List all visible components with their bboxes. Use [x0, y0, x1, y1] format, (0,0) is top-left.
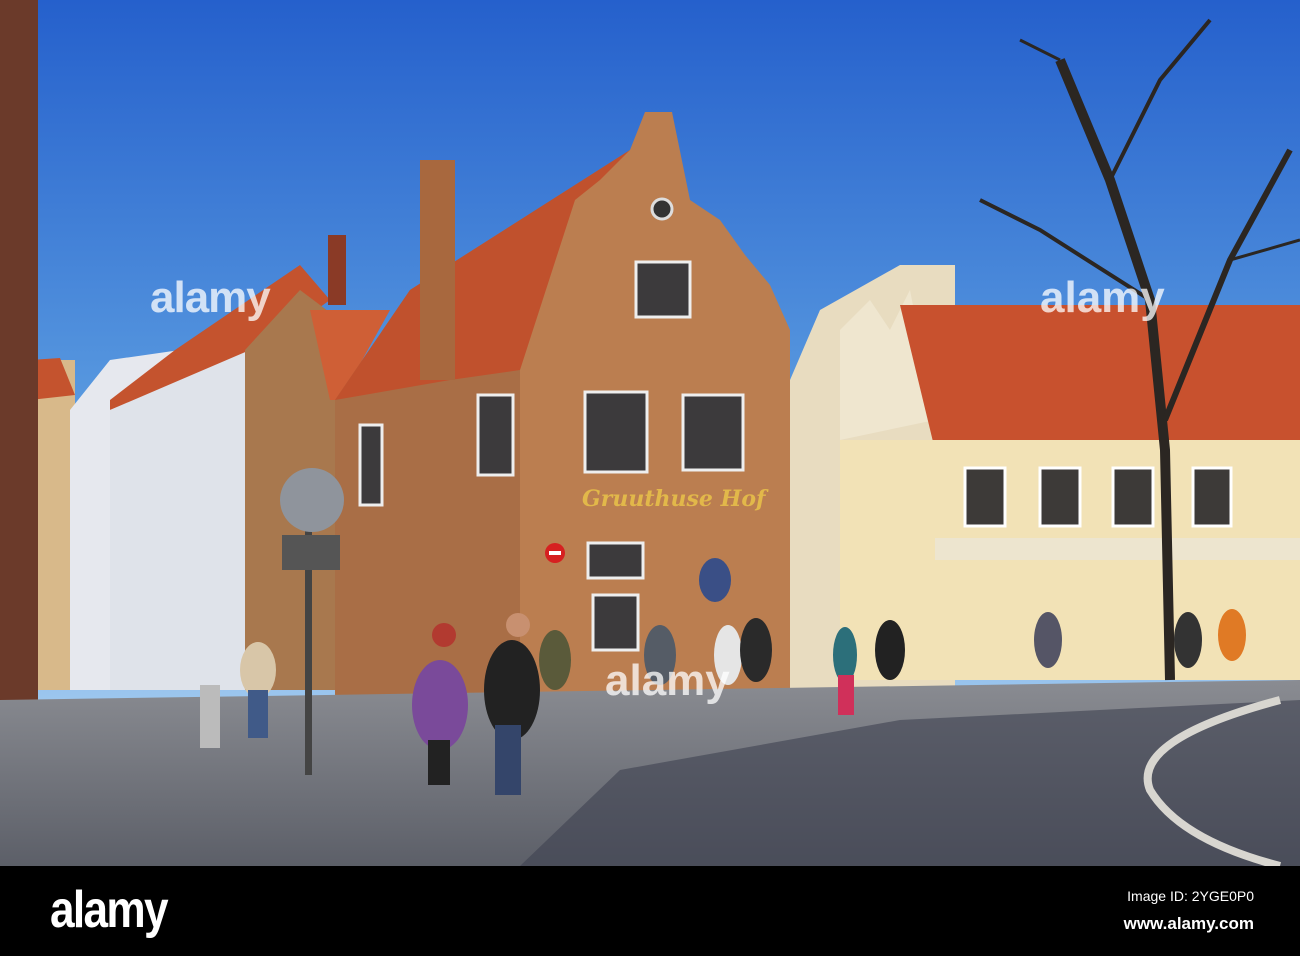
watermark: alamy: [1040, 273, 1165, 322]
watermark: alamy: [605, 656, 730, 705]
footer-bar: alamy Image ID: 2YGE0P0 www.alamy.com: [0, 866, 1300, 956]
image-id: Image ID: 2YGE0P0: [1127, 888, 1254, 904]
alamy-logo: alamy: [50, 881, 169, 939]
site-url[interactable]: www.alamy.com: [1124, 914, 1254, 934]
street-scene-photo: Gruuthuse Hof alamy alamy alamy: [0, 0, 1300, 866]
left-wall: [0, 0, 38, 780]
watermark: alamy: [150, 273, 271, 322]
storefront-sign: Gruuthuse Hof: [582, 486, 769, 512]
